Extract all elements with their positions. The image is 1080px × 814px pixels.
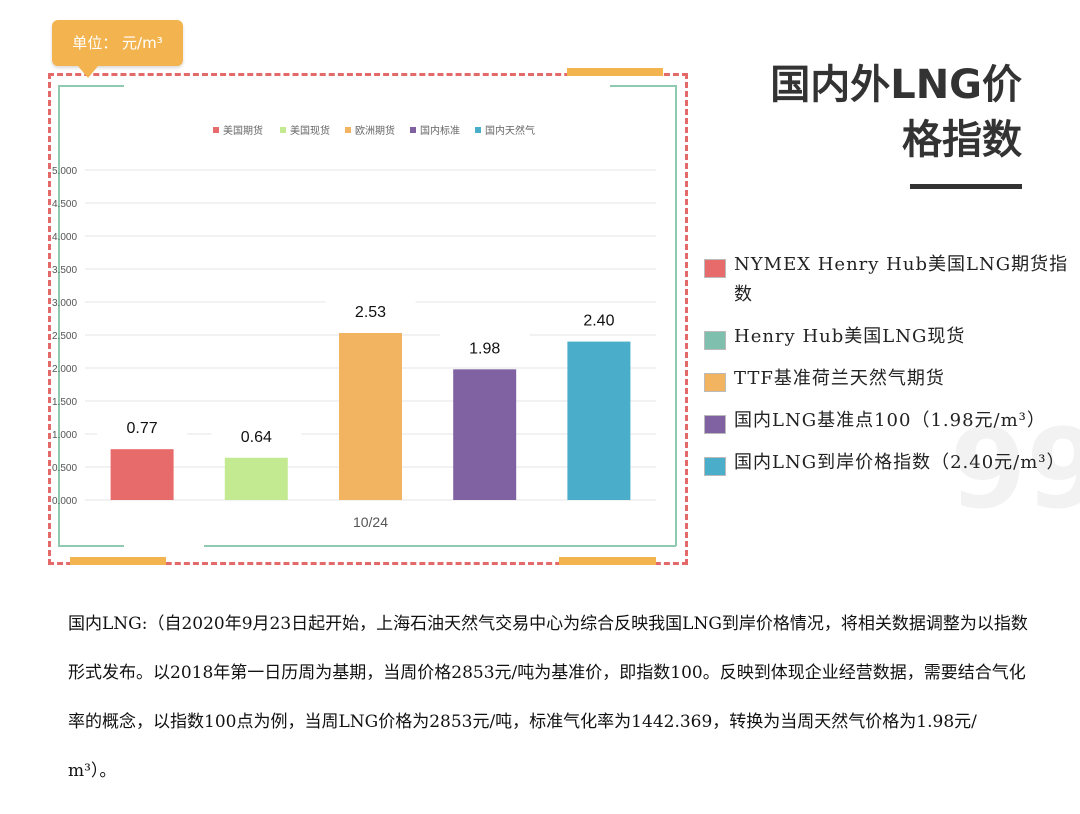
side-legend-label: 国内LNG基准点100（1.98元/m³） [734,410,1046,431]
data-label: 0.64 [241,429,272,446]
side-legend-label: 国内LNG到岸价格指数（2.40元/m³） [734,452,1066,473]
legend-label: 国内天然气 [485,124,535,137]
legend-swatch [704,373,726,392]
legend-label: 美国期货 [223,124,263,137]
y-tick-label: 1.500 [52,397,77,408]
legend-swatch [704,259,726,278]
bar-5 [567,341,631,500]
side-legend-item: Henry Hub美国LNG现货 [700,322,1078,352]
side-legend-item: 国内LNG到岸价格指数（2.40元/m³） [700,448,1078,478]
legend-swatch [280,127,286,133]
legend-label: 欧洲期货 [355,124,395,137]
side-legend-item: TTF基准荷兰天然气期货 [700,364,1078,394]
legend-label: 国内标准 [420,124,460,137]
body-paragraph: 国内LNG:（自2020年9月23日起开始，上海石油天然气交易中心为综合反映我国… [68,614,1028,781]
bar-2 [224,457,288,500]
data-label: 0.77 [127,420,158,437]
bar-4 [453,369,517,500]
data-label: 2.40 [583,313,614,330]
y-tick-label: 4.500 [52,199,77,210]
y-tick-label: 0.500 [52,463,77,474]
y-tick-label: 0.000 [52,496,77,507]
y-tick-label: 2.000 [52,364,77,375]
bar-chart: 0.000 0.500 1.000 1.500 2.000 2.500 3.000 3.500… [52,124,656,530]
page-title-line1: 国内外LNG价 [770,62,1022,108]
page-title-line2: 格指数 [902,117,1022,163]
title-underline [910,184,1022,189]
bar-1 [110,449,174,500]
side-legend-item: 国内LNG基准点100（1.98元/m³） [700,406,1078,436]
data-label: 2.53 [355,304,386,321]
legend-swatch [410,127,416,133]
side-legend-label: Henry Hub美国LNG现货 [734,326,966,347]
side-legend-label: TTF基准荷兰天然气期货 [734,368,945,389]
legend-swatch [704,415,726,434]
y-tick-label: 2.500 [52,331,77,342]
y-tick-label: 1.000 [52,430,77,441]
data-label: 1.98 [469,340,500,357]
x-category-label: 10/24 [353,514,388,530]
legend-label: 美国现货 [290,124,330,137]
legend-swatch [704,457,726,476]
y-tick-label: 4.000 [52,232,77,243]
legend-swatch [704,331,726,350]
y-tick-label: 3.500 [52,265,77,276]
legend-swatch [213,127,219,133]
bar-3 [339,333,402,500]
y-tick-label: 3.000 [52,298,77,309]
legend-swatch [475,127,481,133]
legend-swatch [345,127,351,133]
side-legend-label: NYMEX Henry Hub美国LNG期货指数 [734,254,1069,305]
side-legend-item: NYMEX Henry Hub美国LNG期货指数 [700,250,1078,310]
page-title: 国内外LNG价 格指数 [722,58,1022,168]
side-legend: NYMEX Henry Hub美国LNG期货指数 Henry Hub美国LNG现货… [700,250,1078,490]
y-tick-label: 5.000 [52,166,77,177]
